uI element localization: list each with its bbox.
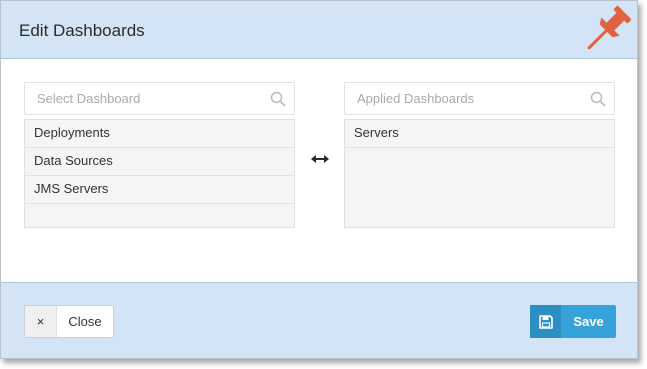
applied-search-box bbox=[344, 82, 615, 115]
search-icon[interactable] bbox=[590, 91, 606, 107]
dialog-header: Edit Dashboards bbox=[1, 1, 637, 59]
close-button[interactable]: × Close bbox=[24, 305, 114, 338]
save-button[interactable]: Save bbox=[530, 305, 616, 338]
floppy-disk-icon bbox=[530, 305, 561, 338]
dialog-footer: × Close Save bbox=[1, 282, 637, 358]
save-button-label: Save bbox=[573, 314, 604, 329]
applied-dashboards-input[interactable] bbox=[345, 83, 587, 114]
dialog-title: Edit Dashboards bbox=[19, 21, 145, 40]
left-right-arrow-icon bbox=[310, 152, 330, 166]
select-dashboard-input[interactable] bbox=[25, 83, 267, 114]
list-item[interactable]: Data Sources bbox=[25, 148, 294, 176]
pushpin-icon[interactable] bbox=[575, 1, 639, 61]
search-icon[interactable] bbox=[270, 91, 286, 107]
edit-dashboards-dialog: Edit Dashboards Deployments Data Sources… bbox=[0, 0, 638, 359]
close-icon: × bbox=[25, 306, 57, 337]
available-dashboards-list: Deployments Data Sources JMS Servers bbox=[24, 119, 295, 228]
close-button-label: Close bbox=[68, 314, 102, 329]
available-search-box bbox=[24, 82, 295, 115]
list-item[interactable]: Servers bbox=[345, 120, 614, 148]
dialog-body: Deployments Data Sources JMS Servers bbox=[1, 59, 637, 283]
applied-dashboards-list: Servers bbox=[344, 119, 615, 228]
available-dashboards-panel: Deployments Data Sources JMS Servers bbox=[24, 82, 295, 228]
list-item[interactable]: JMS Servers bbox=[25, 176, 294, 204]
list-item[interactable]: Deployments bbox=[25, 120, 294, 148]
applied-dashboards-panel: Servers bbox=[344, 82, 615, 228]
